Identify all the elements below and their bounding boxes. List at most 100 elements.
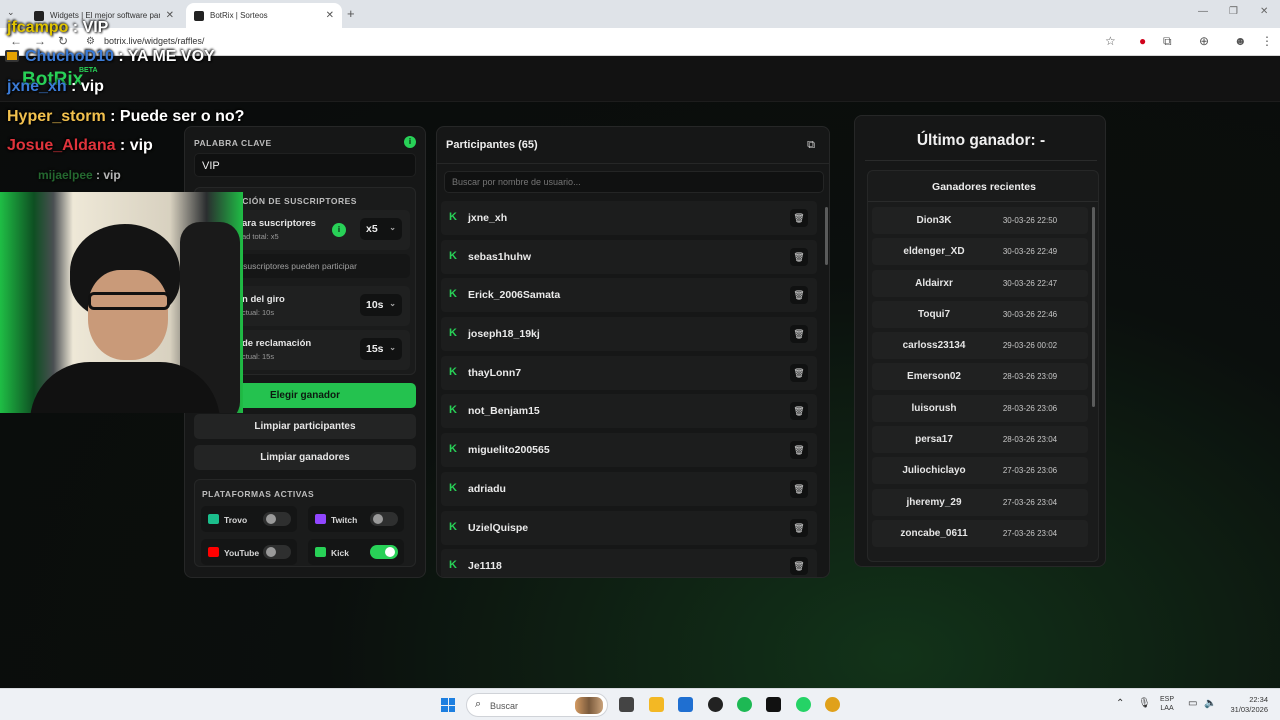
last-winner-title: Último ganador: - (916, 132, 1046, 149)
clear-participants-button[interactable]: Limpiar participantes (194, 414, 416, 439)
info-icon[interactable]: i (332, 223, 346, 237)
beta-badge: BETA (79, 67, 98, 74)
platform-name: YouTube (224, 548, 260, 558)
trash-icon[interactable]: 🗑 (790, 209, 808, 227)
participant-name: jxne_xh (468, 212, 508, 224)
profile-sync-icon[interactable]: ⊕ (1199, 34, 1209, 48)
restore-icon[interactable]: ❐ (1229, 6, 1238, 17)
chat-message: mijaelpee : vip (38, 168, 121, 182)
trash-icon[interactable]: 🗑 (790, 286, 808, 305)
menu-kebab-icon[interactable]: ⋮ (1261, 34, 1273, 48)
recent-winners-list: Dion3K 30-03-26 22:50 eldenger_XD 30-03-26 … (872, 207, 1088, 551)
spin-duration-select[interactable]: 10s ⌄ (360, 294, 402, 316)
multiplier-select[interactable]: x5 ⌄ (360, 218, 402, 240)
participant-name: Erick_2006Samata (468, 289, 561, 302)
row-title: de reclamación (242, 338, 312, 349)
copy-icon[interactable]: ⧉ (801, 135, 821, 155)
keyword-label: PALABRA CLAVE (194, 138, 272, 148)
winner-date: 27-03-26 23:04 (1002, 528, 1058, 538)
chrome-icon[interactable] (825, 697, 840, 712)
recent-winners: Ganadores recientes Dion3K 30-03-26 22:50… (867, 170, 1099, 562)
trash-icon[interactable]: 🗑 (790, 247, 808, 266)
winner-date: 30-03-26 22:50 (1002, 216, 1058, 225)
url-field[interactable]: botrix.live/widgets/raffles/ (104, 36, 204, 46)
extensions-puzzle-icon[interactable]: ⧉ (1163, 34, 1172, 49)
tab-search-chevron-icon[interactable]: ⌄ (7, 7, 15, 18)
store-icon[interactable] (678, 697, 693, 712)
twitch-icon (315, 514, 326, 524)
trash-icon[interactable]: 🗑 (790, 441, 808, 460)
file-explorer-icon[interactable] (649, 697, 664, 712)
bookmark-star-icon[interactable]: ☆ (1105, 34, 1116, 48)
participant-row: K Erick_2006Samata 🗑 (441, 278, 817, 313)
trash-icon[interactable]: 🗑 (790, 518, 808, 537)
trash-icon[interactable]: 🗑 (790, 479, 808, 498)
winners-scrollbar[interactable] (1092, 207, 1095, 559)
chevron-down-icon: ⌄ (389, 343, 396, 352)
opera-extension-icon[interactable]: ● (1139, 34, 1146, 48)
claim-time-select[interactable]: 15s ⌄ (360, 338, 402, 360)
microphone-icon[interactable]: 🎙 (1138, 698, 1151, 709)
participants-scrollbar[interactable] (825, 207, 828, 577)
participant-name: sebas1huhw (468, 250, 532, 263)
platform-twitch: Twitch (308, 506, 404, 532)
avatar[interactable]: ☻ (1234, 34, 1247, 48)
participant-row: KthayLonn7 🗑 (441, 355, 817, 390)
window-close-icon[interactable]: ✕ (1260, 6, 1268, 17)
participants-list: Kjxne_xh 🗑 Ksebas1huhw 🗑 K Erick_2006Samata 🗑 K… (441, 201, 821, 577)
whatsapp-icon[interactable] (796, 697, 811, 712)
browser-tab-sorteos[interactable]: BotRix | Sorteos ✕ (186, 3, 342, 28)
active-platforms: PLATAFORMAS ACTIVAS Trovo Twitch YouTube… (194, 479, 416, 567)
minimize-icon[interactable]: — (1198, 6, 1208, 17)
clear-winners-button[interactable]: Limpiar ganadores (194, 445, 416, 470)
select-value: x5 (366, 223, 378, 235)
trovo-toggle[interactable] (263, 512, 291, 526)
participant-search-input[interactable] (444, 171, 824, 193)
tab-close-icon[interactable]: ✕ (326, 10, 334, 21)
participant-row: K Je1118 🗑 (441, 549, 817, 577)
new-tab-plus-icon[interactable]: + (347, 6, 355, 21)
kick-icon: K (449, 288, 457, 301)
tab-title: BotRix | Sorteos (210, 11, 268, 20)
trash-icon[interactable]: 🗑 (790, 557, 808, 576)
winner-name: Toqui7 (917, 308, 951, 320)
kick-toggle[interactable] (370, 545, 398, 559)
streamer-image (30, 212, 240, 413)
trash-icon[interactable]: 🗑 (790, 363, 808, 382)
winner-row: zoncabe_0611 27-03-26 23:04 (872, 519, 1088, 547)
keyword-input[interactable]: VIP (194, 153, 416, 177)
trash-icon[interactable]: 🗑 (790, 325, 808, 344)
subs-only-label: o suscriptores pueden participar (236, 261, 357, 271)
divider (868, 201, 1098, 202)
winner-row: persa17 28-03-26 23:04 (872, 426, 1088, 454)
network-icon[interactable]: ▭ (1188, 698, 1197, 709)
winner-row: Dion3K 30-03-26 22:50 (872, 207, 1088, 234)
taskbar-search[interactable]: ⌕ Buscar (466, 693, 608, 717)
chat-message: jfcampo : VIP (7, 19, 109, 36)
tiktok-icon[interactable] (766, 697, 781, 712)
chat-badge-icon (5, 50, 19, 62)
kick-icon: K (449, 559, 457, 572)
input-language[interactable]: ESP LAA (1160, 695, 1174, 713)
chat-message: jxne_xh : vip (7, 78, 104, 95)
tray-chevron-up-icon[interactable]: ⌃ (1116, 698, 1124, 709)
twitch-toggle[interactable] (370, 512, 398, 526)
trash-icon[interactable]: 🗑 (790, 402, 808, 421)
system-clock[interactable]: 22:34 31/03/2026 (1222, 695, 1268, 715)
info-icon[interactable]: i (404, 136, 416, 148)
volume-icon[interactable]: 🔈 (1204, 698, 1216, 709)
windows-start-icon[interactable] (441, 698, 455, 712)
obs-icon[interactable] (708, 697, 723, 712)
spotify-icon[interactable] (737, 697, 752, 712)
youtube-toggle[interactable] (263, 545, 291, 559)
chevron-down-icon: ⌄ (389, 223, 396, 232)
participant-row: Kjoseph18_19kj 🗑 (441, 317, 817, 352)
participants-panel: Participantes (65) ⧉ Kjxne_xh 🗑 Ksebas1huh… (436, 126, 830, 578)
kick-icon: K (449, 211, 457, 223)
task-view-icon[interactable] (619, 697, 634, 712)
participants-title: Participantes (65) (446, 139, 538, 151)
select-value: 15s (366, 343, 384, 355)
tab-close-icon[interactable]: ✕ (166, 10, 174, 21)
kick-icon: K (449, 443, 457, 456)
site-info-icon[interactable]: ⚙ (86, 36, 95, 47)
